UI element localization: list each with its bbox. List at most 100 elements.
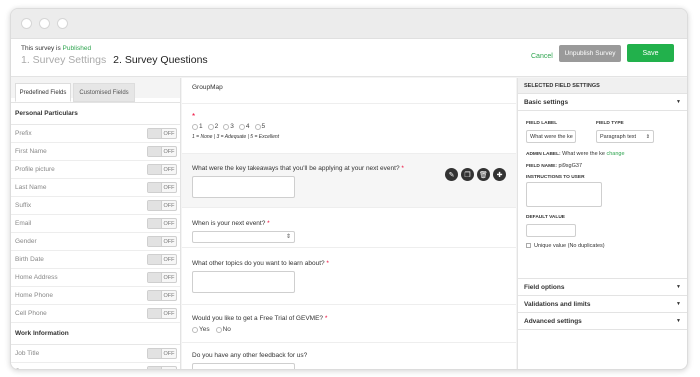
field-row-label: Prefix [15, 130, 32, 137]
field-row[interactable]: Job Title OFF [11, 345, 180, 363]
question-other-topics[interactable]: What other topics do you want to learn a… [182, 248, 516, 305]
caret-down-icon: ▼ [676, 99, 681, 105]
option-no[interactable]: No [215, 326, 231, 333]
field-toggle[interactable]: OFF [147, 308, 177, 319]
instructions-textarea[interactable] [526, 182, 602, 207]
unique-value-row[interactable]: Unique value (No duplicates) [526, 243, 605, 249]
field-row-label: First Name [15, 148, 47, 155]
field-toggle[interactable]: OFF [147, 272, 177, 283]
validations-header[interactable]: Validations and limits ▼ [518, 296, 687, 313]
yes-no-options: Yes No [192, 326, 506, 333]
panel-title: SELECTED FIELD SETTINGS [518, 78, 687, 94]
field-row[interactable]: Birth Date OFF [11, 251, 180, 269]
field-row-label: Last Name [15, 184, 47, 191]
field-row[interactable]: Home Address OFF [11, 269, 180, 287]
rating-options: 12345 [192, 123, 265, 130]
field-toggle[interactable]: OFF [147, 348, 177, 359]
rating-option[interactable]: 2 [207, 123, 218, 130]
rating-option[interactable]: 5 [254, 123, 265, 130]
step-survey-settings[interactable]: 1. Survey Settings [21, 54, 106, 66]
field-row-label: Email [15, 220, 32, 227]
field-row[interactable]: Email OFF [11, 215, 180, 233]
advanced-settings-header[interactable]: Advanced settings ▼ [518, 313, 687, 330]
page-header: This survey is Published 1. Survey Setti… [11, 39, 687, 77]
question-text: Do you have any other feedback for us? [192, 352, 308, 359]
field-type-select[interactable]: Paragraph text ⇕ [596, 130, 654, 143]
field-label-input[interactable]: What were the ke [526, 130, 576, 143]
save-button[interactable]: Save [627, 44, 674, 62]
field-toggle[interactable]: OFF [147, 200, 177, 211]
section-personal-particulars: Personal Particulars [11, 103, 180, 125]
rating-question[interactable]: * 12345 1 = None | 3 = Adequate | 5 = Ex… [182, 104, 516, 154]
field-toggle[interactable]: OFF [147, 164, 177, 175]
change-link[interactable]: change [607, 151, 625, 157]
group-title: GroupMap [182, 78, 516, 104]
answer-textarea[interactable] [192, 271, 295, 293]
field-row[interactable]: Company OFF [11, 363, 180, 369]
field-row[interactable]: Prefix OFF [11, 125, 180, 143]
field-toggle[interactable]: OFF [147, 218, 177, 229]
field-row[interactable]: Home Phone OFF [11, 287, 180, 305]
field-row-label: Job Title [15, 350, 40, 357]
select-arrow-icon: ⇕ [285, 234, 291, 240]
field-toggle[interactable]: OFF [147, 182, 177, 193]
field-toggle[interactable]: OFF [147, 366, 177, 369]
field-row[interactable]: Profile picture OFF [11, 161, 180, 179]
field-toggle[interactable]: OFF [147, 290, 177, 301]
question-other-feedback[interactable]: Do you have any other feedback for us? [182, 343, 516, 369]
publish-status-text: This survey is Published [21, 45, 91, 52]
field-toggle[interactable]: OFF [147, 254, 177, 265]
answer-textarea[interactable] [192, 363, 295, 369]
delete-icon[interactable]: 🗑 [477, 168, 490, 181]
default-value-input[interactable] [526, 224, 576, 237]
option-yes[interactable]: Yes [192, 326, 210, 333]
duplicate-icon[interactable]: ❐ [461, 168, 474, 181]
required-mark: * [192, 112, 196, 121]
field-row[interactable]: Gender OFF [11, 233, 180, 251]
field-toggle[interactable]: OFF [147, 236, 177, 247]
select-arrow-icon: ⇕ [645, 133, 650, 140]
field-name-row: FIELD NAME: pi9sgG37 [526, 163, 582, 169]
personal-fields-list: Prefix OFF First Name OFF Profile picture OFF… [11, 125, 180, 323]
basic-settings-body: FIELD LABEL FIELD TYPE What were the ke … [518, 111, 687, 279]
unpublish-survey-button[interactable]: Unpublish Survey [559, 45, 621, 62]
add-icon[interactable]: ✚ [493, 168, 506, 181]
field-row[interactable]: Last Name OFF [11, 179, 180, 197]
field-row[interactable]: First Name OFF [11, 143, 180, 161]
tab-predefined-fields[interactable]: Predefined Fields [15, 83, 71, 102]
field-toggle[interactable]: OFF [147, 146, 177, 157]
maximize-window-dot[interactable] [57, 18, 68, 29]
question-next-event[interactable]: When is your next event? * ⇕ [182, 208, 516, 248]
field-row-label: Company [15, 368, 43, 369]
tab-customised-fields[interactable]: Customised Fields [73, 83, 135, 102]
rating-option[interactable]: 3 [223, 123, 234, 130]
field-type-title: FIELD TYPE [596, 121, 624, 126]
publish-status: Published [62, 45, 92, 52]
field-row-label: Home Address [15, 274, 58, 281]
field-row[interactable]: Suffix OFF [11, 197, 180, 215]
caret-down-icon: ▼ [676, 318, 681, 324]
edit-icon[interactable]: ✎ [445, 168, 458, 181]
basic-settings-header[interactable]: Basic settings ▼ [518, 94, 687, 111]
field-row-label: Profile picture [15, 166, 55, 173]
work-fields-list: Job Title OFF Company OFF [11, 345, 180, 369]
close-window-dot[interactable] [21, 18, 32, 29]
field-toggle[interactable]: OFF [147, 128, 177, 139]
field-row-label: Home Phone [15, 292, 53, 299]
question-toolbar: ✎ ❐ 🗑 ✚ [445, 168, 506, 181]
question-key-takeaways[interactable]: What were the key takeaways that you'll … [182, 154, 516, 208]
field-settings-panel: SELECTED FIELD SETTINGS Basic settings ▼ … [517, 78, 687, 369]
step-survey-questions[interactable]: 2. Survey Questions [113, 54, 208, 66]
field-row-label: Suffix [15, 202, 32, 209]
field-row[interactable]: Cell Phone OFF [11, 305, 180, 323]
cancel-link[interactable]: Cancel [531, 53, 553, 60]
date-select[interactable]: ⇕ [192, 231, 295, 243]
rating-option[interactable]: 4 [238, 123, 250, 130]
minimize-window-dot[interactable] [39, 18, 50, 29]
rating-option[interactable]: 1 [192, 123, 203, 130]
unique-value-checkbox[interactable] [526, 243, 531, 249]
question-free-trial[interactable]: Would you like to get a Free Trial of GE… [182, 305, 516, 343]
field-options-header[interactable]: Field options ▼ [518, 279, 687, 296]
answer-textarea[interactable] [192, 176, 295, 198]
step-breadcrumb: 1. Survey Settings 2. Survey Questions [21, 54, 208, 66]
